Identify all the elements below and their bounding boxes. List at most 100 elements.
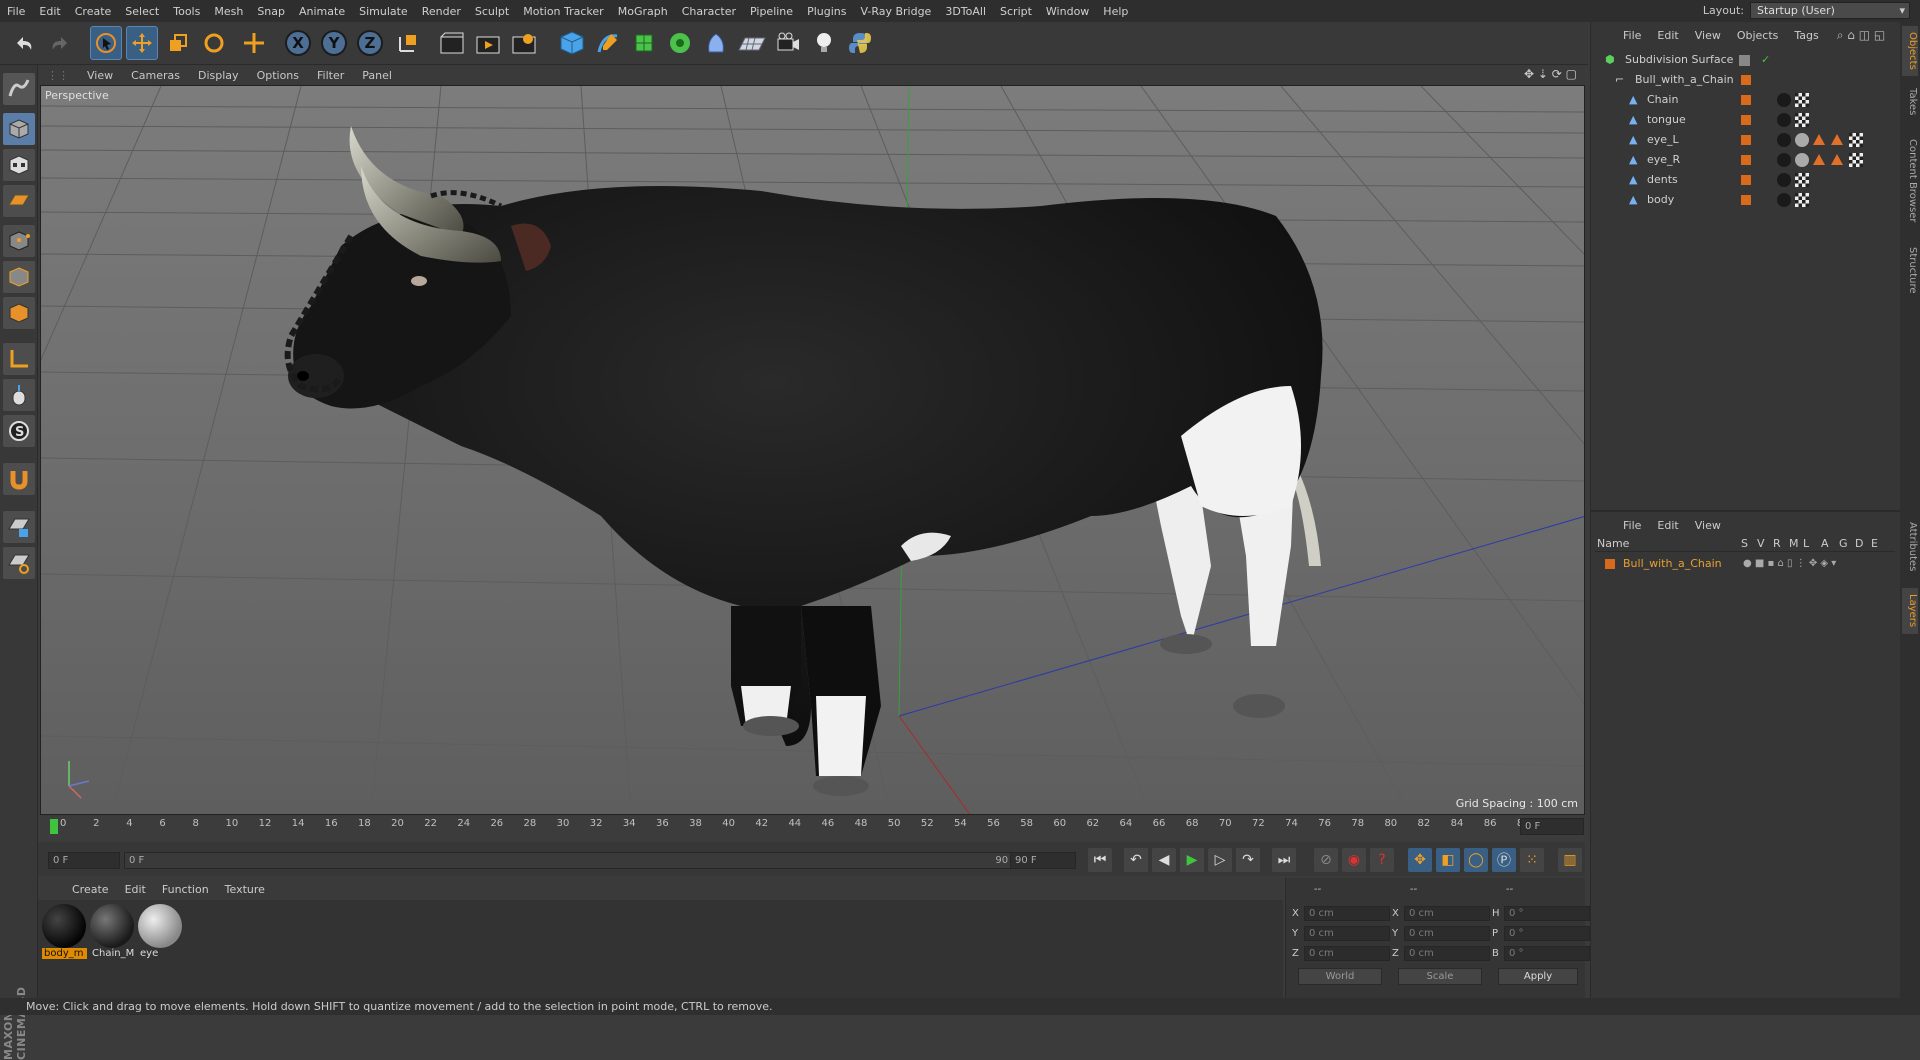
undo-icon[interactable]: [8, 26, 40, 60]
material-eye[interactable]: eye: [138, 904, 183, 961]
object-row-bull[interactable]: ⌐ Bull_with_a_Chain: [1591, 70, 1901, 90]
menu-sculpt[interactable]: Sculpt: [468, 5, 516, 18]
render-settings-icon[interactable]: [508, 26, 540, 60]
viewport-menu-panel[interactable]: Panel: [353, 69, 401, 82]
material-chain[interactable]: Chain_M: [90, 904, 135, 961]
coord-mode-scale-select[interactable]: Scale: [1398, 968, 1482, 985]
previous-key-icon[interactable]: ↶: [1124, 848, 1148, 872]
menu-help[interactable]: Help: [1096, 5, 1135, 18]
menu-vray-bridge[interactable]: V-Ray Bridge: [853, 5, 938, 18]
make-editable-icon[interactable]: [3, 73, 35, 105]
object-row-eye-r[interactable]: ▲ eye_R: [1591, 150, 1901, 170]
key-parameter-icon[interactable]: Ⓟ: [1492, 848, 1516, 872]
menu-pipeline[interactable]: Pipeline: [743, 5, 800, 18]
texture-mode-icon[interactable]: [3, 149, 35, 181]
cube-icon[interactable]: [556, 26, 588, 60]
autokey-icon[interactable]: ◉: [1342, 848, 1366, 872]
coord-mode-world-select[interactable]: World: [1298, 968, 1382, 985]
menu-render[interactable]: Render: [415, 5, 468, 18]
edges-mode-icon[interactable]: [3, 261, 35, 293]
planar-workplane-icon[interactable]: [3, 547, 35, 579]
material-tag-icon[interactable]: [1777, 153, 1791, 167]
menu-create[interactable]: Create: [68, 5, 119, 18]
key-position-icon[interactable]: ✥: [1408, 848, 1432, 872]
light-icon[interactable]: [808, 26, 840, 60]
viewport-menu-options[interactable]: Options: [248, 69, 308, 82]
coord-pos-y-field[interactable]: 0 cm: [1304, 926, 1390, 941]
coord-size-y-field[interactable]: 0 cm: [1404, 926, 1490, 941]
viewport-menu-cameras[interactable]: Cameras: [122, 69, 189, 82]
tab-takes[interactable]: Takes: [1902, 82, 1918, 122]
object-row-tongue[interactable]: ▲ tongue: [1591, 110, 1901, 130]
object-row-subdivision-surface[interactable]: ⬢ Subdivision Surface ✓: [1591, 50, 1901, 70]
magnet-icon[interactable]: [3, 463, 35, 495]
selection-tag-icon[interactable]: [1813, 134, 1825, 145]
perspective-viewport[interactable]: Perspective Grid Spacing : 100 cm: [40, 85, 1585, 815]
selection-tag-icon[interactable]: [1831, 134, 1843, 145]
uvw-tag-icon[interactable]: [1849, 153, 1863, 167]
coord-rot-h-field[interactable]: 0 °: [1504, 906, 1590, 921]
key-rotation-icon[interactable]: ◯: [1464, 848, 1488, 872]
redo-icon[interactable]: [44, 26, 76, 60]
snapping-icon[interactable]: S: [3, 415, 35, 447]
layer-row[interactable]: Bull_with_a_Chain ● ■ ▪ ⌂ ▯ ⋮ ✥ ◈ ▾: [1591, 554, 1901, 574]
menu-simulate[interactable]: Simulate: [352, 5, 415, 18]
enabled-check-icon[interactable]: ✓: [1761, 50, 1770, 70]
menu-mesh[interactable]: Mesh: [207, 5, 250, 18]
goto-end-icon[interactable]: ⏭: [1272, 848, 1296, 872]
viewport-menu-filter[interactable]: Filter: [308, 69, 353, 82]
material-tag-icon[interactable]: [1777, 173, 1791, 187]
tab-objects[interactable]: Objects: [1902, 26, 1918, 76]
menu-plugins[interactable]: Plugins: [800, 5, 853, 18]
om-menu-view[interactable]: View: [1687, 29, 1729, 42]
object-row-eye-l[interactable]: ▲ eye_L: [1591, 130, 1901, 150]
coord-size-z-field[interactable]: 0 cm: [1404, 946, 1490, 961]
object-row-body[interactable]: ▲ body: [1591, 190, 1901, 210]
select-tool-icon[interactable]: [90, 26, 122, 60]
om-menu-objects[interactable]: Objects: [1729, 29, 1787, 42]
uvw-tag-icon[interactable]: [1795, 113, 1809, 127]
om-search-icon[interactable]: ⌕ ⌂ ◫ ◱: [1837, 28, 1885, 43]
tab-content-browser[interactable]: Content Browser: [1902, 126, 1918, 236]
lm-menu-view[interactable]: View: [1687, 519, 1729, 532]
axis-x-button[interactable]: X: [282, 26, 314, 60]
menu-edit[interactable]: Edit: [32, 5, 67, 18]
viewport-menu-display[interactable]: Display: [189, 69, 248, 82]
menu-file[interactable]: File: [0, 5, 32, 18]
om-menu-tags[interactable]: Tags: [1786, 29, 1826, 42]
key-pla-icon[interactable]: ⁙: [1520, 848, 1544, 872]
menu-script[interactable]: Script: [993, 5, 1039, 18]
object-row-dents[interactable]: ▲ dents: [1591, 170, 1901, 190]
polygons-mode-icon[interactable]: [3, 297, 35, 329]
uvw-tag-icon[interactable]: [1795, 93, 1809, 107]
points-mode-icon[interactable]: [3, 225, 35, 257]
tab-structure[interactable]: Structure: [1902, 240, 1918, 300]
menu-motion-tracker[interactable]: Motion Tracker: [516, 5, 610, 18]
axis-mode-icon[interactable]: [3, 343, 35, 375]
menu-window[interactable]: Window: [1039, 5, 1096, 18]
next-frame-icon[interactable]: ▷: [1208, 848, 1232, 872]
menu-animate[interactable]: Animate: [292, 5, 352, 18]
render-view-icon[interactable]: [436, 26, 468, 60]
goto-start-icon[interactable]: ⏮: [1088, 848, 1112, 872]
coord-size-x-field[interactable]: 0 cm: [1404, 906, 1490, 921]
start-frame-field[interactable]: 0 F: [48, 852, 120, 869]
menu-3dtoall[interactable]: 3DToAll: [938, 5, 993, 18]
material-tag-icon[interactable]: [1777, 193, 1791, 207]
keyframe-selection-icon[interactable]: ?: [1370, 848, 1394, 872]
next-key-icon[interactable]: ↷: [1236, 848, 1260, 872]
key-scale-icon[interactable]: ◧: [1436, 848, 1460, 872]
timeline-playhead[interactable]: [50, 819, 58, 834]
tab-layers[interactable]: Layers: [1902, 588, 1918, 634]
viewport-navigation-icon[interactable]: ✥ ⇣ ⟳ ▢: [1524, 67, 1577, 81]
layout-select[interactable]: Startup (User): [1750, 2, 1910, 19]
timeline-window-icon[interactable]: ▥: [1558, 848, 1582, 872]
coord-pos-z-field[interactable]: 0 cm: [1304, 946, 1390, 961]
selection-tag-icon[interactable]: [1831, 154, 1843, 165]
record-keys-icon[interactable]: ⊘: [1314, 848, 1338, 872]
pen-spline-icon[interactable]: [592, 26, 624, 60]
end-frame-field[interactable]: 90 F: [1010, 852, 1076, 869]
uvw-tag-icon[interactable]: [1795, 173, 1809, 187]
previous-frame-icon[interactable]: ◀: [1152, 848, 1176, 872]
lock-workplane-icon[interactable]: [3, 511, 35, 543]
